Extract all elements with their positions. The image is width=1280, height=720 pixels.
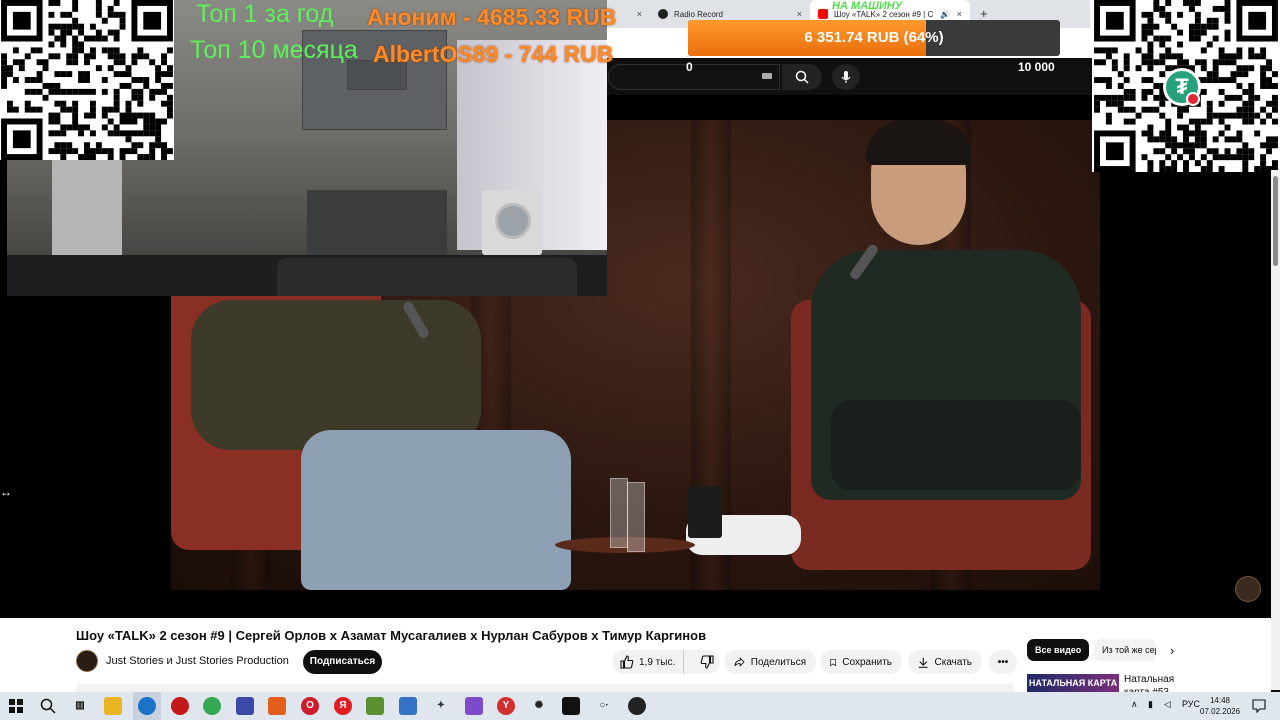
clock[interactable]: 14:48 07.02.2026 [1200, 695, 1240, 717]
goal-max-label: 10 000 [1018, 60, 1055, 74]
fridge [52, 160, 122, 270]
windows-start-icon[interactable] [9, 699, 23, 713]
video-title: Шоу «TALK» 2 сезон #9 | Сергей Орлов х А… [76, 628, 707, 643]
share-label: Поделиться [750, 656, 806, 668]
recommended-title[interactable]: Натальная карта #53 [1124, 673, 1194, 692]
donation-goal-bar: 6 351.74 RUB (64%) [688, 20, 1060, 56]
file-explorer-icon[interactable] [104, 697, 122, 715]
goal-min-label: 0 [686, 60, 693, 74]
save-button[interactable]: Сохранить [820, 650, 902, 674]
tab-close-icon[interactable]: × [957, 9, 962, 19]
screen: × Radio Record × Шоу «TALK» 2 сезон #9 |… [0, 0, 1280, 720]
network-icon[interactable]: ▮ [1148, 699, 1153, 710]
minecraft-icon[interactable] [366, 697, 384, 715]
thumbs-down-icon [700, 655, 714, 669]
voice-search-button[interactable] [832, 64, 860, 90]
edge-browser-icon[interactable] [138, 697, 156, 715]
like-dislike-group: 1,9 тыс. [612, 650, 720, 674]
opera-icon[interactable]: O [301, 697, 319, 715]
chevron-right-icon[interactable]: › [1170, 643, 1174, 658]
stove [307, 190, 447, 256]
speaker-icon[interactable]: ◁ [1164, 699, 1171, 710]
language-indicator[interactable]: РУС [1182, 699, 1200, 709]
tray-chevron-icon[interactable]: ∧ [1131, 699, 1138, 710]
chip-all-videos[interactable]: Все видео [1027, 639, 1090, 661]
chrome-icon[interactable] [203, 697, 221, 715]
notification-icon[interactable] [1252, 699, 1266, 713]
app-icon[interactable] [628, 697, 646, 715]
clock-time: 14:48 [1209, 696, 1231, 705]
app-icon[interactable] [171, 697, 189, 715]
tab-label: Radio Record [674, 9, 723, 19]
radio-record-icon [658, 9, 668, 19]
recommended-thumbnail[interactable]: НАТАЛЬНАЯ КАРТА [1027, 674, 1119, 692]
top-year-label: Топ 1 за год [196, 0, 334, 28]
channel-avatar[interactable] [76, 650, 98, 672]
app-icon[interactable] [236, 697, 254, 715]
resize-cursor-icon: ↔ [0, 485, 12, 499]
washing-machine-door [495, 203, 531, 239]
channel-name[interactable]: Just Stories и Just Stories Production [106, 655, 289, 667]
clock-date: 07.02.2026 [1200, 707, 1241, 716]
goal-title: НА МАШИНУ [832, 0, 903, 12]
chair-back [277, 258, 577, 296]
bookmark-icon [830, 658, 837, 666]
keyboard-icon[interactable] [762, 73, 772, 79]
tab-close-icon[interactable]: × [797, 9, 802, 19]
like-button[interactable]: 1,9 тыс. [612, 650, 685, 674]
speaker-icon[interactable]: 🔊 [940, 10, 950, 19]
microphone-icon [841, 71, 851, 83]
top-year-donor: Аноним - 4685.33 RUB [367, 4, 617, 30]
dislike-button[interactable] [690, 650, 724, 674]
app-icon[interactable] [399, 697, 417, 715]
goal-amount: 6 351.74 RUB (64%) [804, 29, 944, 46]
download-icon [918, 657, 928, 668]
yandex-browser-icon[interactable]: Я [334, 697, 352, 715]
share-button[interactable]: Поделиться [724, 650, 816, 674]
save-label: Сохранить [842, 656, 892, 668]
tron-icon [1186, 92, 1200, 106]
search-icon [795, 70, 809, 84]
tab-close-icon[interactable]: × [637, 9, 642, 19]
like-count: 1,9 тыс. [639, 656, 676, 668]
share-icon [734, 657, 745, 667]
right-guest-legs [831, 400, 1081, 490]
thumbs-up-icon [620, 655, 634, 669]
search-icon[interactable] [40, 698, 56, 714]
right-guest-hair [866, 120, 971, 165]
qr-code-left [0, 0, 174, 160]
obs-icon[interactable] [562, 697, 580, 715]
qr-code-icon [1, 0, 173, 160]
download-button[interactable]: Скачать [908, 650, 982, 674]
description-box[interactable] [76, 684, 1014, 692]
top-month-label: Топ 10 месяца [190, 36, 358, 64]
chip-same-series[interactable]: Из той же серии [1094, 639, 1156, 661]
game-icon[interactable] [465, 697, 483, 715]
glass [627, 482, 645, 552]
left-guest-jeans [301, 430, 571, 590]
app-icon[interactable]: ○· [595, 697, 613, 715]
brave-icon[interactable] [268, 697, 286, 715]
left-guest-torso [191, 300, 481, 450]
scrollbar-thumb[interactable] [1273, 176, 1278, 266]
yandex-icon[interactable]: Y [497, 697, 515, 715]
top-month-donor: AlbertOS89 - 744 RUB [373, 41, 614, 67]
youtube-icon [818, 9, 828, 19]
subscribe-button[interactable]: Подписаться [303, 650, 382, 674]
search-button[interactable] [782, 64, 822, 90]
more-actions-button[interactable]: ••• [989, 650, 1017, 674]
channel-watermark[interactable] [1235, 576, 1261, 602]
download-label: Скачать [934, 656, 973, 668]
search-input[interactable] [608, 64, 780, 90]
app-icon[interactable]: ✦ [432, 697, 450, 715]
cup [688, 486, 722, 538]
task-view-icon[interactable]: ▥ [71, 697, 89, 715]
openai-icon[interactable]: ✺ [530, 697, 548, 715]
glass [610, 478, 628, 548]
